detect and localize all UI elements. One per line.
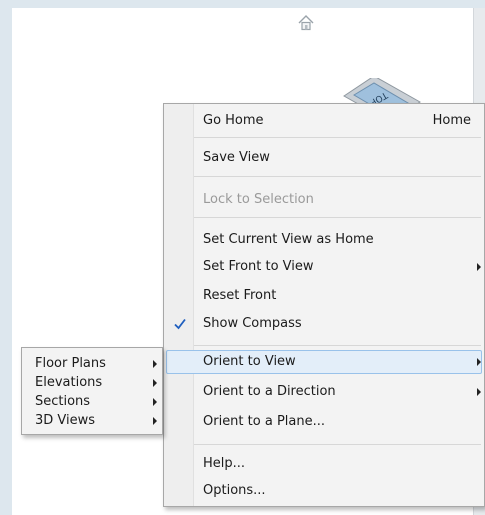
submenu-arrow-icon [153,398,157,406]
menu-separator [194,217,481,218]
menu-separator [194,345,481,346]
menu-separator [194,444,481,445]
menu-item-orient-to-view[interactable]: Orient to View [203,351,484,373]
menu-item-shortcut: Home [432,113,471,128]
menu-item-label: Show Compass [203,316,302,331]
submenu-item-3d-views[interactable]: 3D Views [35,411,157,431]
menu-item-label: Options... [203,483,266,498]
menu-item-orient-to-a-plane[interactable]: Orient to a Plane... [203,411,484,433]
menu-item-help[interactable]: Help... [203,453,484,475]
menu-item-label: Set Front to View [203,259,314,274]
submenu-arrow-icon [477,358,481,366]
menu-item-save-view[interactable]: Save View [203,147,484,169]
context-menu: Go Home Home Save View Lock to Selection… [163,103,485,507]
menu-item-label: Orient to a Direction [203,384,336,399]
submenu-arrow-icon [153,360,157,368]
submenu-item-label: Elevations [35,375,103,390]
menu-item-show-compass[interactable]: Show Compass [203,313,484,335]
menu-icon-gutter [164,104,194,506]
submenu-arrow-icon [153,417,157,425]
menu-item-label: Set Current View as Home [203,232,374,247]
submenu-arrow-icon [477,388,481,396]
menu-item-label: Reset Front [203,288,277,303]
menu-item-label: Go Home [203,113,264,128]
menu-item-label: Help... [203,456,246,471]
orient-to-view-submenu: Floor Plans Elevations Sections 3D Views [21,347,163,435]
menu-item-set-current-view-as-home[interactable]: Set Current View as Home [203,229,484,251]
submenu-item-label: Floor Plans [35,356,106,371]
submenu-item-sections[interactable]: Sections [35,392,157,412]
submenu-arrow-icon [153,379,157,387]
menu-item-reset-front[interactable]: Reset Front [203,285,484,307]
menu-item-go-home[interactable]: Go Home Home [203,110,484,132]
menu-item-label: Orient to View [203,354,296,369]
menu-item-label: Orient to a Plane... [203,414,325,429]
submenu-arrow-icon [477,263,481,271]
menu-item-lock-to-selection: Lock to Selection [203,189,484,211]
menu-item-set-front-to-view[interactable]: Set Front to View [203,256,484,278]
menu-item-label: Lock to Selection [203,192,314,207]
menu-item-options[interactable]: Options... [203,480,484,502]
submenu-item-label: 3D Views [35,413,96,428]
submenu-item-elevations[interactable]: Elevations [35,373,157,393]
menu-separator [194,137,481,138]
home-icon[interactable] [296,13,316,33]
menu-item-orient-to-a-direction[interactable]: Orient to a Direction [203,381,484,403]
menu-item-label: Save View [203,150,270,165]
submenu-item-floor-plans[interactable]: Floor Plans [35,354,157,374]
checkmark-icon [174,318,186,330]
submenu-item-label: Sections [35,394,91,409]
menu-separator [194,176,481,177]
